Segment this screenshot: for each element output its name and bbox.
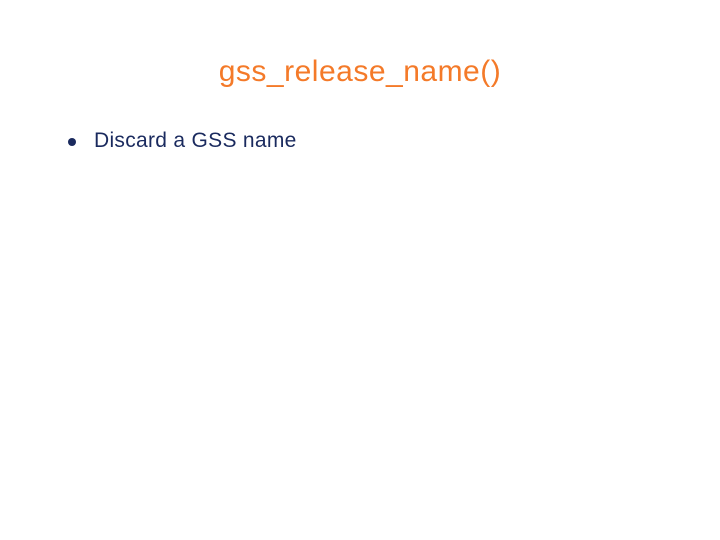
list-item: Discard a GSS name	[68, 129, 720, 153]
slide-content: Discard a GSS name	[0, 129, 720, 153]
slide-title: gss_release_name()	[0, 55, 720, 89]
slide-container: gss_release_name() Discard a GSS name	[0, 0, 720, 540]
bullet-text: Discard a GSS name	[94, 129, 297, 153]
bullet-icon	[68, 138, 76, 146]
